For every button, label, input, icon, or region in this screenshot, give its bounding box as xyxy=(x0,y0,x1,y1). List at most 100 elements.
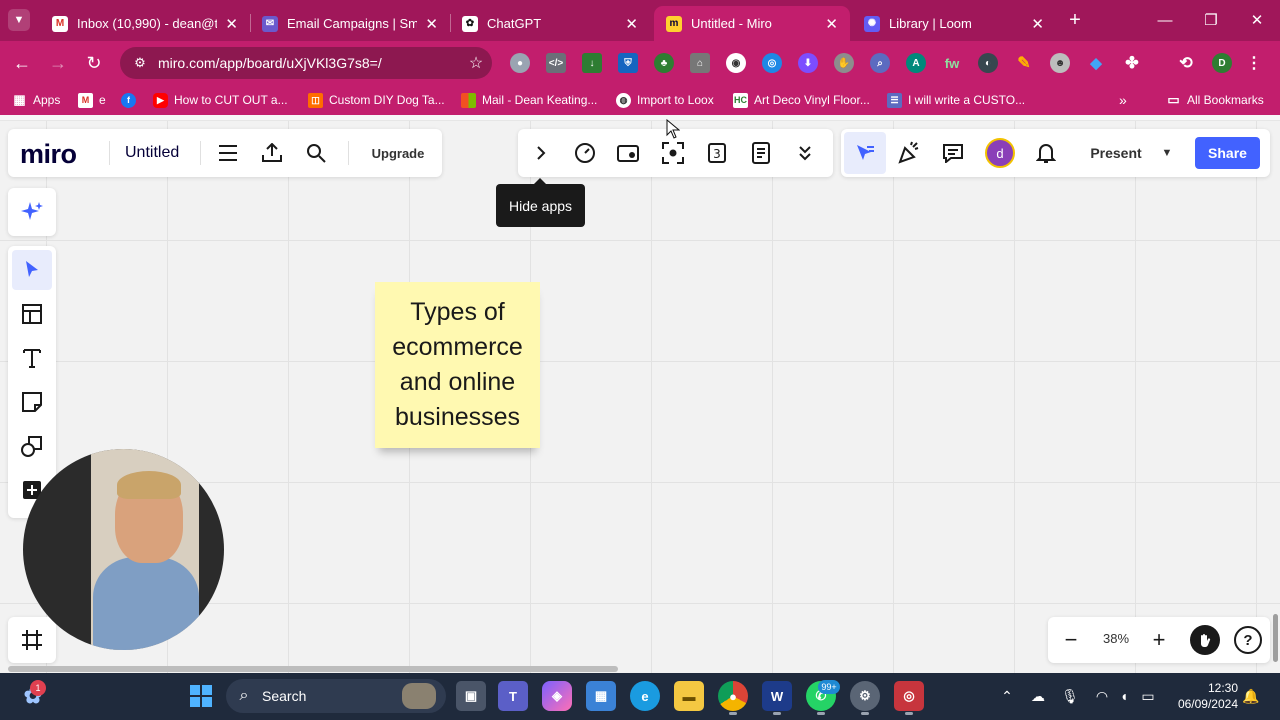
minimize-icon[interactable]: — xyxy=(1142,6,1188,34)
zoom-level[interactable]: 38% xyxy=(1098,631,1134,646)
wifi-icon[interactable]: ◠ xyxy=(1091,686,1113,706)
show-hidden-icons-chevron-icon[interactable]: ⌃ xyxy=(996,686,1018,706)
forward-icon[interactable]: → xyxy=(44,49,72,77)
present-button[interactable]: Present xyxy=(1081,139,1151,167)
bookmark-apps[interactable]: ▦ Apps xyxy=(12,91,60,109)
sticky-note[interactable]: Types of ecommerce and online businesses xyxy=(375,282,540,448)
teams-icon[interactable]: T xyxy=(498,681,528,711)
focus-frame-icon[interactable] xyxy=(658,138,688,168)
tab-search-dropdown-icon[interactable]: ▼ xyxy=(8,9,30,31)
help-icon[interactable]: ? xyxy=(1234,626,1262,654)
present-options-chevron-icon[interactable]: ▼ xyxy=(1155,139,1179,167)
bookmark-youtube[interactable]: ▶ How to CUT OUT a... xyxy=(153,91,288,109)
bookmark-custom[interactable]: ☰ I will write a CUSTO... xyxy=(887,91,1025,109)
circle-extension-icon[interactable]: ◎ xyxy=(762,53,782,73)
notes-icon[interactable] xyxy=(746,138,776,168)
ai-sparkle-icon[interactable] xyxy=(12,192,52,232)
webcam-bubble[interactable] xyxy=(23,449,224,650)
bookmark-gmail[interactable]: M e xyxy=(78,91,106,109)
bookmark-dog-tag[interactable]: ◫ Custom DIY Dog Ta... xyxy=(308,91,445,109)
globe-extension-icon[interactable]: ◐ xyxy=(978,53,998,73)
tab-miro[interactable]: m Untitled - Miro ✕ xyxy=(654,6,850,41)
window-close-icon[interactable]: ✕ xyxy=(1234,6,1280,34)
video-record-icon[interactable] xyxy=(614,138,644,168)
export-icon[interactable] xyxy=(257,138,287,168)
bookmark-loox[interactable]: ◍ Import to Loox xyxy=(616,91,714,109)
select-cursor-icon[interactable] xyxy=(12,250,52,290)
tab-email-campaigns[interactable]: ✉ Email Campaigns | Smart ✕ xyxy=(250,6,450,41)
reactions-select-icon[interactable] xyxy=(844,132,886,174)
frame-tool-icon[interactable] xyxy=(12,620,52,660)
celebrate-icon[interactable] xyxy=(894,138,924,168)
close-tab-icon[interactable]: ✕ xyxy=(425,15,438,33)
tab-loom[interactable]: ✺ Library | Loom ✕ xyxy=(852,6,1056,41)
extension-icon[interactable]: ● xyxy=(510,53,530,73)
tab-chatgpt[interactable]: ✿ ChatGPT ✕ xyxy=(450,6,650,41)
new-tab-icon[interactable]: + xyxy=(1064,9,1086,31)
comment-icon[interactable] xyxy=(938,138,968,168)
magnifier-extension-icon[interactable]: ⌕ xyxy=(870,53,890,73)
tab-gmail[interactable]: M Inbox (10,990) - dean@th ✕ xyxy=(40,6,250,41)
bookmark-facebook[interactable]: f xyxy=(121,91,142,109)
text-tool-icon[interactable] xyxy=(12,338,52,378)
edge-icon[interactable]: e xyxy=(630,681,660,711)
reload-icon[interactable]: ↻ xyxy=(80,49,108,77)
robot-extension-icon[interactable]: ☻ xyxy=(1050,53,1070,73)
windows-start-icon[interactable] xyxy=(186,681,216,711)
file-explorer-icon[interactable]: ▬ xyxy=(674,681,704,711)
upgrade-button[interactable]: Upgrade xyxy=(363,139,433,167)
main-menu-icon[interactable] xyxy=(213,138,243,168)
all-bookmarks[interactable]: ▭ All Bookmarks xyxy=(1166,91,1263,109)
hand-extension-icon[interactable]: ✋ xyxy=(834,53,854,73)
timer-icon[interactable] xyxy=(570,138,600,168)
pen-extension-icon[interactable]: ✎ xyxy=(1014,53,1034,73)
sticky-note-icon[interactable] xyxy=(12,382,52,422)
shield-extension-icon[interactable]: ⛨ xyxy=(618,53,638,73)
navigation-hand-icon[interactable] xyxy=(1190,625,1220,655)
notifications-bell-icon[interactable] xyxy=(1031,138,1061,168)
tag-extension-icon[interactable]: ◆ xyxy=(1086,53,1106,73)
hide-apps-chevron-icon[interactable] xyxy=(526,138,556,168)
bookmark-art-deco[interactable]: HC Art Deco Vinyl Floor... xyxy=(733,91,870,109)
zoom-in-icon[interactable]: + xyxy=(1144,625,1174,655)
fw-extension-icon[interactable]: fw xyxy=(942,53,962,73)
close-tab-icon[interactable]: ✕ xyxy=(825,15,838,33)
horizontal-scrollbar[interactable] xyxy=(8,666,618,672)
taskbar-search[interactable]: ⌕ Search xyxy=(226,679,446,713)
battery-icon[interactable]: ▭ xyxy=(1137,686,1159,706)
board-title[interactable]: Untitled xyxy=(125,144,179,162)
back-icon[interactable]: ← xyxy=(8,49,36,77)
onedrive-cloud-icon[interactable]: ☁ xyxy=(1027,686,1049,706)
profile-avatar[interactable]: D xyxy=(1212,53,1232,73)
settings-gear-icon[interactable]: ⚙ xyxy=(850,681,880,711)
arrow-down-extension-icon[interactable]: ⬇ xyxy=(798,53,818,73)
shapes-icon[interactable] xyxy=(12,426,52,466)
address-bar[interactable]: ⚙ miro.com/app/board/uXjVKl3G7s8=/ ☆ xyxy=(120,47,492,79)
voting-icon[interactable]: 3 xyxy=(702,138,732,168)
site-info-icon[interactable]: ⚙ xyxy=(126,55,154,71)
share-button[interactable]: Share xyxy=(1195,137,1260,169)
bookmark-mail[interactable]: Mail - Dean Keating... xyxy=(461,91,597,109)
more-bookmarks-icon[interactable]: » xyxy=(1119,91,1127,109)
microphone-icon[interactable]: 🎙 xyxy=(1059,686,1081,706)
code-extension-icon[interactable]: </> xyxy=(546,53,566,73)
app-w-icon[interactable]: W xyxy=(762,681,792,711)
close-tab-icon[interactable]: ✕ xyxy=(1031,15,1044,33)
miro-logo[interactable]: miro xyxy=(20,139,77,170)
browser-menu-icon[interactable]: ⋮ xyxy=(1244,53,1264,73)
copilot-icon[interactable]: ◈ xyxy=(542,681,572,711)
volume-icon[interactable]: ◖ xyxy=(1113,686,1135,706)
vertical-scrollbar[interactable] xyxy=(1273,614,1278,662)
download-extension-icon[interactable]: ↓ xyxy=(582,53,602,73)
more-apps-icon[interactable] xyxy=(790,138,820,168)
screen-recorder-icon[interactable]: ◎ xyxy=(894,681,924,711)
system-clock[interactable]: 12:30 06/09/2024 xyxy=(1172,680,1238,712)
search-icon[interactable] xyxy=(301,138,331,168)
extensions-puzzle-icon[interactable]: ✤ xyxy=(1122,53,1142,73)
mask-extension-icon[interactable]: ◉ xyxy=(726,53,746,73)
notification-bell-icon[interactable]: 🔔 xyxy=(1240,686,1262,706)
store-icon[interactable]: ▦ xyxy=(586,681,616,711)
performance-icon[interactable]: ⟲ xyxy=(1176,53,1196,73)
close-tab-icon[interactable]: ✕ xyxy=(225,15,238,33)
close-tab-icon[interactable]: ✕ xyxy=(625,15,638,33)
